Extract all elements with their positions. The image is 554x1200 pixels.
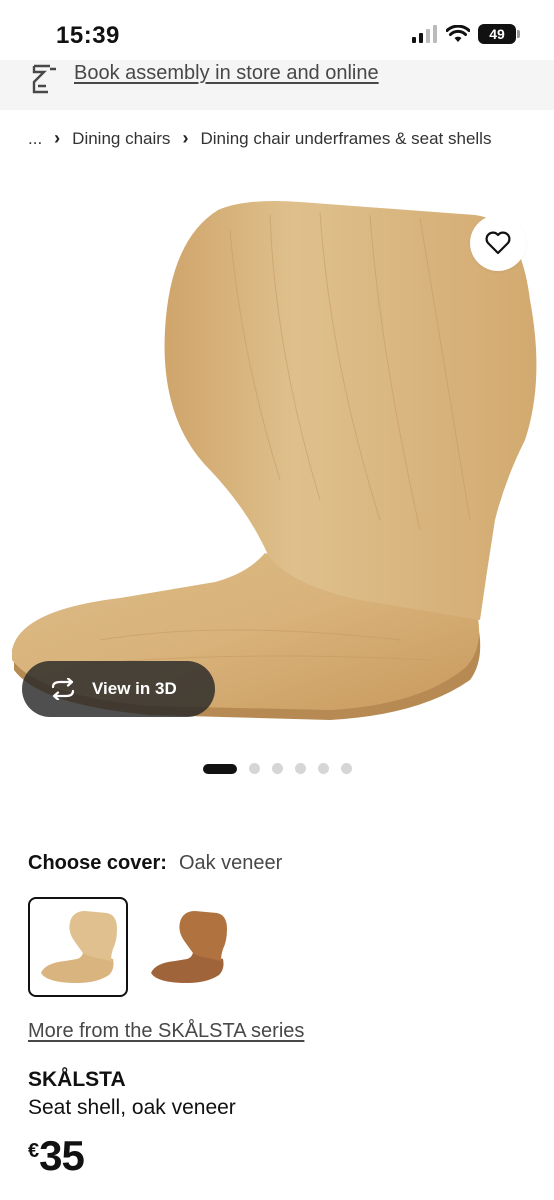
status-time: 15:39 xyxy=(56,22,120,49)
battery-level: 49 xyxy=(489,26,505,42)
wifi-icon xyxy=(446,25,470,42)
assembly-banner[interactable]: Book assembly in store and online xyxy=(0,60,554,110)
view-in-3d-button[interactable]: View in 3D xyxy=(22,661,215,717)
carousel-dot[interactable] xyxy=(295,763,306,774)
breadcrumb-underframes[interactable]: Dining chair underframes & seat shells xyxy=(200,129,491,149)
chevron-right-icon: › xyxy=(54,128,61,148)
view-in-3d-label: View in 3D xyxy=(92,679,177,698)
image-carousel-indicator xyxy=(203,763,352,774)
cover-value: Oak veneer xyxy=(178,852,283,874)
walnut-seat-thumbnail xyxy=(151,911,227,983)
cover-option-oak-veneer[interactable] xyxy=(28,897,128,997)
product-description: Seat shell, oak veneer xyxy=(28,1096,236,1119)
carousel-dot-active[interactable] xyxy=(203,763,237,774)
series-link[interactable]: More from the SKÅLSTA series xyxy=(28,1020,304,1043)
signal-icon xyxy=(412,25,437,43)
product-price: € 35 xyxy=(28,1132,85,1180)
breadcrumb: ... › Dining chairs › Dining chair under… xyxy=(28,128,491,149)
book-assembly-link[interactable]: Book assembly in store and online xyxy=(74,62,379,85)
carousel-dot[interactable] xyxy=(318,763,329,774)
oak-seat-thumbnail xyxy=(41,911,117,983)
heart-icon xyxy=(485,231,511,255)
product-name: SKÅLSTA xyxy=(28,1068,126,1091)
wishlist-button[interactable] xyxy=(470,215,526,271)
assembly-icon xyxy=(32,64,56,94)
product-image[interactable] xyxy=(0,180,554,740)
status-icons: 49 xyxy=(412,24,520,44)
cover-option-walnut-veneer[interactable] xyxy=(138,897,238,997)
breadcrumb-dining-chairs[interactable]: Dining chairs xyxy=(72,129,170,149)
carousel-dot[interactable] xyxy=(272,763,283,774)
price-amount: 35 xyxy=(39,1132,85,1179)
status-bar: 15:39 49 xyxy=(0,0,554,66)
chevron-right-icon: › xyxy=(182,128,189,148)
battery-icon: 49 xyxy=(478,24,520,44)
carousel-dot[interactable] xyxy=(249,763,260,774)
cover-label: Choose cover: xyxy=(28,852,167,874)
carousel-dot[interactable] xyxy=(341,763,352,774)
cover-selector-header: Choose cover: Oak veneer xyxy=(28,852,282,875)
breadcrumb-ellipsis[interactable]: ... xyxy=(28,129,42,149)
price-currency: € xyxy=(28,1140,40,1162)
rotate-3d-icon xyxy=(51,678,75,700)
